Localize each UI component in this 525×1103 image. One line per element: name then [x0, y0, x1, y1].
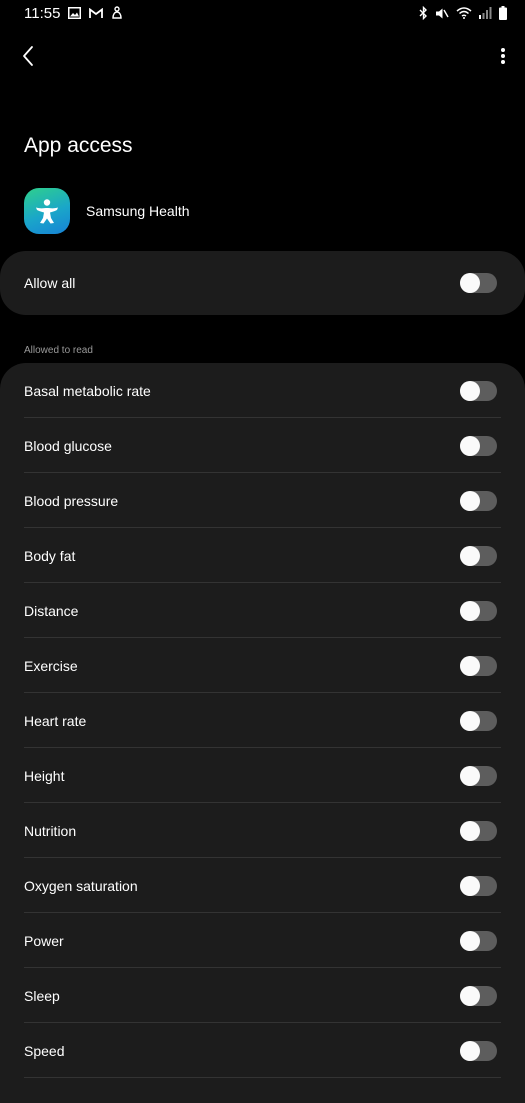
- toggle-knob: [460, 765, 480, 786]
- bluetooth-icon: [419, 6, 428, 20]
- status-bar-right: [419, 6, 507, 20]
- permission-toggle[interactable]: [460, 820, 497, 841]
- toggle-knob: [460, 710, 480, 731]
- permission-toggle[interactable]: [460, 545, 497, 566]
- wifi-icon: [456, 7, 472, 19]
- mute-icon: [435, 7, 449, 20]
- permission-label: Heart rate: [24, 712, 87, 729]
- permission-toggle[interactable]: [460, 930, 497, 951]
- toggle-knob: [460, 490, 480, 511]
- toggle-knob: [460, 435, 480, 456]
- samsung-health-icon: [24, 188, 70, 234]
- toggle-knob: [460, 820, 480, 841]
- more-vertical-icon: [500, 47, 506, 65]
- permission-row-nutrition[interactable]: Nutrition: [0, 803, 525, 858]
- permission-row-speed[interactable]: Speed: [0, 1023, 525, 1078]
- permission-toggle[interactable]: [460, 875, 497, 896]
- permissions-list: Basal metabolic rate Blood glucose Blood…: [0, 363, 525, 1103]
- permission-label: Height: [24, 767, 65, 784]
- more-options-button[interactable]: [493, 42, 513, 70]
- page-title: App access: [24, 134, 133, 157]
- back-chevron-icon: [21, 45, 35, 67]
- permission-label: Speed: [24, 1042, 65, 1059]
- permission-label: Basal metabolic rate: [24, 382, 151, 399]
- status-bar-left: 11:55: [24, 5, 123, 22]
- permission-row-height[interactable]: Height: [0, 748, 525, 803]
- permission-row-distance[interactable]: Distance: [0, 583, 525, 638]
- permission-label: Nutrition: [24, 822, 77, 839]
- toggle-knob: [460, 273, 480, 293]
- notification-icon: [111, 6, 123, 20]
- toggle-knob: [460, 545, 480, 566]
- permission-row-blood-glucose[interactable]: Blood glucose: [0, 418, 525, 473]
- toggle-knob: [460, 985, 480, 1006]
- back-button[interactable]: [14, 42, 42, 70]
- toggle-knob: [460, 875, 480, 896]
- permission-toggle[interactable]: [460, 985, 497, 1006]
- permission-row-exercise[interactable]: Exercise: [0, 638, 525, 693]
- app-name: Samsung Health: [86, 203, 190, 219]
- permission-toggle[interactable]: [460, 600, 497, 621]
- permission-row-heart-rate[interactable]: Heart rate: [0, 693, 525, 748]
- permission-row-blood-pressure[interactable]: Blood pressure: [0, 473, 525, 528]
- image-icon: [68, 7, 82, 19]
- permission-toggle[interactable]: [460, 765, 497, 786]
- permission-toggle[interactable]: [460, 435, 497, 456]
- toggle-knob: [460, 930, 480, 951]
- battery-icon: [499, 6, 507, 20]
- permission-label: Sleep: [24, 987, 60, 1004]
- permission-row-oxygen-saturation[interactable]: Oxygen saturation: [0, 858, 525, 913]
- permission-toggle[interactable]: [460, 380, 497, 401]
- permission-label: Body fat: [24, 547, 76, 564]
- permission-toggle[interactable]: [460, 655, 497, 676]
- allow-all-toggle[interactable]: [460, 273, 497, 293]
- gmail-icon: [89, 7, 104, 19]
- permission-label: Blood pressure: [24, 492, 119, 509]
- permission-label: Oxygen saturation: [24, 877, 138, 894]
- status-time: 11:55: [24, 4, 61, 22]
- allow-all-row[interactable]: Allow all: [0, 251, 525, 315]
- permission-toggle[interactable]: [460, 490, 497, 511]
- app-info: Samsung Health: [24, 188, 190, 234]
- permission-row-power[interactable]: Power: [0, 913, 525, 968]
- toggle-knob: [460, 655, 480, 676]
- permission-label: Distance: [24, 602, 79, 619]
- allow-all-label: Allow all: [24, 275, 76, 291]
- toggle-knob: [460, 380, 480, 401]
- permission-row-body-fat[interactable]: Body fat: [0, 528, 525, 583]
- permission-toggle[interactable]: [460, 710, 497, 731]
- permission-label: Power: [24, 932, 64, 949]
- permission-label: Blood glucose: [24, 437, 112, 454]
- app-bar: [0, 36, 525, 76]
- permission-label: Exercise: [24, 657, 78, 674]
- signal-icon: [479, 7, 492, 19]
- permission-row-basal-metabolic-rate[interactable]: Basal metabolic rate: [0, 363, 525, 418]
- toggle-knob: [460, 1040, 480, 1061]
- status-bar: 11:55: [0, 0, 525, 26]
- toggle-knob: [460, 600, 480, 621]
- permission-row-sleep[interactable]: Sleep: [0, 968, 525, 1023]
- permission-toggle[interactable]: [460, 1040, 497, 1061]
- section-header: Allowed to read: [24, 345, 93, 356]
